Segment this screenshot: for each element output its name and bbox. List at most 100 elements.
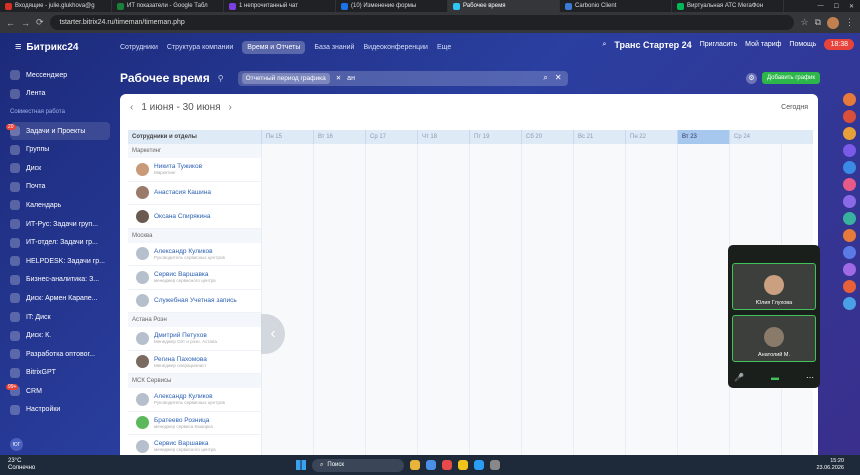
system-clock[interactable]: 15:20 23.06.2026: [816, 458, 844, 472]
screen-share-icon[interactable]: ▬: [771, 373, 779, 382]
topnav-item[interactable]: Структура компании: [167, 44, 233, 51]
sidebar-item[interactable]: ИТ-отдел: Задачи гр...: [10, 233, 110, 252]
browser-icon[interactable]: [426, 460, 436, 470]
employee-name[interactable]: Оксана Спирякина: [154, 213, 210, 220]
more-icon[interactable]: ⋯: [806, 373, 814, 382]
filter-chip[interactable]: Отчетный период графика: [241, 72, 330, 84]
browser-tab[interactable]: 1 непрочитанный чат: [224, 0, 336, 12]
sidebar-item[interactable]: Мессенджер: [10, 66, 110, 85]
quick-contact-avatar[interactable]: [842, 280, 856, 293]
employee-name[interactable]: Сервис Варшавка: [154, 271, 216, 278]
day-column-header[interactable]: Ср 17: [365, 130, 417, 144]
chip-remove-icon[interactable]: ✕: [336, 74, 341, 82]
sidebar-item[interactable]: Разработка оптовог...: [10, 345, 110, 364]
employee-row[interactable]: Сервис Варшавка менеджер сервисного центр…: [128, 266, 261, 290]
quick-contact-avatar[interactable]: [842, 212, 856, 225]
day-column-header[interactable]: Пн 22: [625, 130, 677, 144]
quick-contact-avatar[interactable]: [842, 127, 856, 140]
logo[interactable]: ≡ Битрикс24: [15, 41, 78, 53]
employee-row[interactable]: Регина Пахомова Менеджер операционист: [128, 351, 261, 374]
employee-row[interactable]: Александр Куликов Руководитель сервисных …: [128, 388, 261, 412]
clear-icon[interactable]: ✕: [555, 73, 562, 83]
minimize-icon[interactable]: —: [818, 3, 824, 10]
sidebar-item[interactable]: 99+ CRM: [6, 382, 110, 401]
tariff-link[interactable]: Мой тариф: [745, 41, 781, 48]
user-avatar[interactable]: ЮГ: [10, 438, 23, 451]
browser-tab[interactable]: (10) Изменение формы: [336, 0, 448, 12]
current-user[interactable]: ЮГ: [10, 438, 23, 451]
back-icon[interactable]: ←: [6, 18, 15, 28]
browser-tab[interactable]: Carbonio Client: [560, 0, 672, 12]
prev-period-icon[interactable]: ‹: [130, 102, 133, 113]
company-name[interactable]: Транс Стартер 24: [614, 40, 691, 50]
day-column-header[interactable]: Пн 15: [261, 130, 313, 144]
employee-name[interactable]: Дмитрий Петухов: [154, 332, 217, 339]
microphone-icon[interactable]: 🎤: [734, 373, 744, 382]
participant-tile[interactable]: Юлия Глухова: [732, 263, 816, 310]
close-icon[interactable]: ✕: [849, 3, 854, 10]
day-column-header[interactable]: Чт 18: [417, 130, 469, 144]
day-column-header[interactable]: Вт 23: [677, 130, 729, 144]
profile-avatar[interactable]: [827, 16, 839, 29]
sidebar-item[interactable]: Календарь: [10, 196, 110, 215]
employee-name[interactable]: Александр Куликов: [154, 393, 225, 400]
employee-row[interactable]: Братеево Розница менеджер сервиса Каширка: [128, 412, 261, 435]
quick-contact-avatar[interactable]: [842, 229, 856, 242]
sidebar-item[interactable]: Настройки: [10, 401, 110, 420]
employee-name[interactable]: Братеево Розница: [154, 417, 213, 424]
sidebar-item[interactable]: IT: Диск: [10, 308, 110, 327]
telegram-icon[interactable]: [474, 460, 484, 470]
day-column-header[interactable]: Ср 24: [729, 130, 781, 144]
employee-name[interactable]: Анастасия Кашина: [154, 189, 211, 196]
employee-name[interactable]: Александр Куликов: [154, 248, 225, 255]
employee-name[interactable]: Регина Пахомова: [154, 356, 207, 363]
employee-row[interactable]: Никита Тужиков Маркетинг: [128, 158, 261, 182]
topnav-item[interactable]: Еще: [437, 44, 451, 51]
employee-name[interactable]: Служебная Учетная запись: [154, 297, 237, 304]
windows-start-icon[interactable]: [296, 460, 306, 470]
menu-icon[interactable]: ⋮: [845, 17, 854, 28]
sidebar-item[interactable]: Диск: [10, 159, 110, 178]
sidebar-item[interactable]: 20 Задачи и Проекты: [6, 121, 110, 141]
search-icon[interactable]: ⌕: [602, 41, 606, 49]
filter-search-bar[interactable]: Отчетный период графика ✕ ан ⌕ ✕: [237, 70, 568, 86]
quick-contact-avatar[interactable]: [842, 161, 856, 174]
today-button[interactable]: Сегодня: [781, 104, 808, 111]
extensions-icon[interactable]: ⧉: [815, 17, 821, 28]
day-column-header[interactable]: Пт 19: [469, 130, 521, 144]
topnav-item[interactable]: Видеоконференции: [363, 44, 427, 51]
quick-contact-avatar[interactable]: [842, 110, 856, 123]
yandex-icon[interactable]: [458, 460, 468, 470]
explorer-icon[interactable]: [410, 460, 420, 470]
forward-icon[interactable]: →: [21, 18, 30, 28]
employee-row[interactable]: Сервис Варшавка менеджер сервисного центр…: [128, 435, 261, 455]
sidebar-item[interactable]: ИТ-Рус: Задачи груп...: [10, 215, 110, 234]
employee-row[interactable]: Служебная Учетная запись: [128, 290, 261, 313]
quick-contact-avatar[interactable]: [842, 297, 856, 310]
participant-tile[interactable]: Анатолий М.: [732, 315, 816, 362]
quick-contact-avatar[interactable]: [842, 93, 856, 106]
employee-name[interactable]: Никита Тужиков: [154, 163, 202, 170]
next-period-icon[interactable]: ›: [229, 102, 232, 113]
taskbar-search[interactable]: ⌕ Поиск: [312, 458, 404, 472]
sidebar-item[interactable]: BitrixGPT: [10, 364, 110, 383]
employee-name[interactable]: Сервис Варшавка: [154, 440, 216, 447]
invite-button[interactable]: Пригласить: [700, 41, 737, 48]
quick-contact-avatar[interactable]: [842, 246, 856, 259]
employee-row[interactable]: Оксана Спирякина: [128, 205, 261, 229]
settings-icon[interactable]: ⚙: [746, 72, 757, 84]
sidebar-item[interactable]: HELPDESK: Задачи гр...: [10, 252, 110, 271]
app-icon[interactable]: [490, 460, 500, 470]
help-button[interactable]: Помощь: [789, 41, 816, 48]
sidebar-item[interactable]: Бизнес-аналитика: З...: [10, 271, 110, 290]
employee-row[interactable]: Анастасия Кашина: [128, 182, 261, 205]
browser-tab[interactable]: Рабочее время: [448, 0, 560, 12]
topnav-item[interactable]: Сотрудники: [120, 44, 158, 51]
search-input[interactable]: ан: [347, 75, 355, 82]
star-icon[interactable]: ☆: [800, 17, 808, 28]
browser-tab[interactable]: Виртуальная АТС МегаФон: [672, 0, 784, 12]
add-schedule-button[interactable]: Добавить график: [762, 72, 820, 84]
employee-row[interactable]: Дмитрий Петухов Менеджер Опт и розн. Аста…: [128, 327, 261, 351]
quick-contact-avatar[interactable]: [842, 195, 856, 208]
quick-contact-avatar[interactable]: [842, 178, 856, 191]
